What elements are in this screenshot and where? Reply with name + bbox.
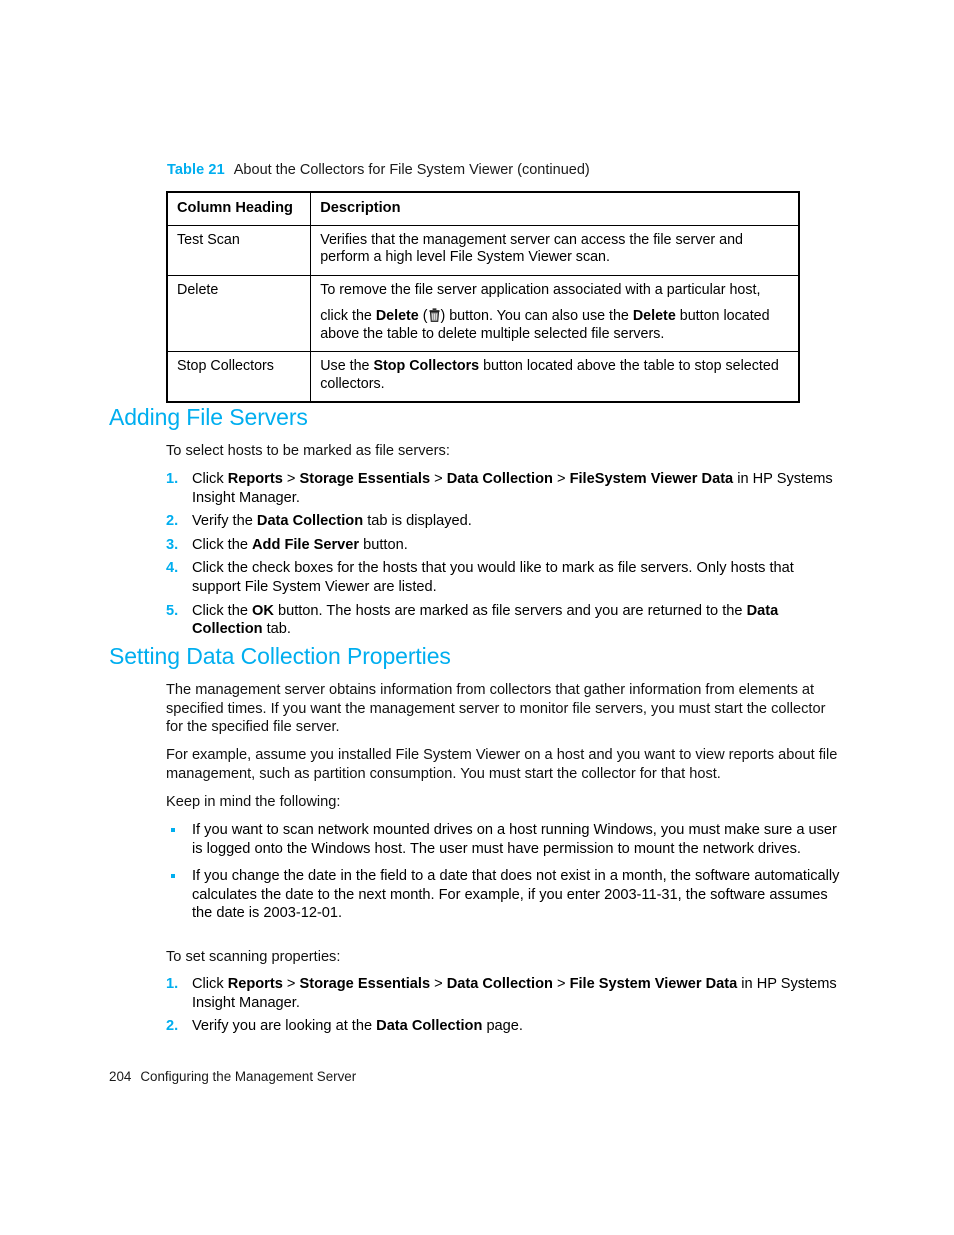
button-ok: OK: [252, 602, 274, 619]
text-fragment: tab is displayed.: [363, 513, 472, 530]
text-fragment: >: [552, 976, 570, 992]
bullet-icon: [171, 828, 175, 832]
button-add-file-server: Add File Server: [252, 536, 360, 553]
text-fragment: (: [418, 308, 428, 324]
cell-paragraph: Use the Stop Collectors button located a…: [320, 358, 789, 393]
text-fragment: Use the: [320, 358, 374, 374]
row-label-stop-collectors: Stop Collectors: [166, 351, 312, 403]
paragraph-management-server: The management server obtains informatio…: [166, 682, 826, 736]
text-fragment: perform a high level File System Viewer …: [320, 249, 610, 265]
paragraph-keep-in-mind: Keep in mind the following:: [166, 794, 341, 810]
text-fragment: Verify the: [192, 513, 257, 530]
text-fragment: >: [430, 471, 447, 487]
table-header-row: Column Heading Description: [166, 191, 800, 226]
document-page: Table 21 About the Collectors for File Sy…: [0, 0, 954, 1235]
bullet-list-keep-in-mind: If you want to scan network mounted driv…: [166, 821, 842, 932]
table-row: Test Scan Verifies that the management s…: [166, 224, 800, 276]
delete-label-bold-2: Delete: [632, 308, 676, 324]
list-item: 3. Click the Add File Server button.: [166, 536, 842, 555]
steps-adding-file-servers: 1. Click Reports > Storage Essentials > D…: [166, 470, 842, 644]
text-fragment: Click: [192, 471, 228, 487]
steps-set-scanning-properties: 1. Click Reports > Storage Essentials > D…: [166, 975, 842, 1041]
row-label-delete: Delete: [166, 274, 312, 352]
step-number: 4.: [166, 560, 179, 577]
text-fragment: page.: [482, 1018, 523, 1035]
list-item: 4. Click the check boxes for the hosts th…: [166, 559, 842, 596]
text-fragment: Verifies that the management server can …: [320, 231, 743, 248]
text-fragment: button. The hosts are marked as file ser…: [273, 602, 747, 619]
collectors-table: Column Heading Description Test Scan Ver…: [166, 191, 800, 403]
bullet-text: If you want to scan network mounted driv…: [192, 822, 837, 857]
list-item: 5. Click the OK button. The hosts are mar…: [166, 602, 842, 639]
row-description-delete: To remove the file server application as…: [310, 274, 800, 352]
list-item: 2. Verify the Data Collection tab is disp…: [166, 512, 842, 531]
step-number: 1.: [166, 976, 179, 992]
text-fragment: Click: [192, 976, 228, 992]
row-label-test-scan: Test Scan: [166, 224, 312, 276]
list-item: If you want to scan network mounted driv…: [166, 821, 842, 858]
step-number: 3.: [166, 536, 179, 553]
menu-path-file-system-viewer-data: File System Viewer Data: [569, 976, 738, 992]
tab-data-collection: Data Collection: [256, 513, 364, 530]
table-number: Table 21: [167, 162, 225, 178]
table-caption: Table 21 About the Collectors for File Sy…: [167, 161, 590, 179]
table-row: Stop Collectors Use the Stop Collectors …: [166, 351, 800, 403]
text-fragment: Verify you are looking at the: [192, 1018, 377, 1035]
text-fragment: Click the: [192, 536, 253, 553]
intro-adding-file-servers: To select hosts to be marked as file ser…: [166, 443, 450, 459]
list-item: 1. Click Reports > Storage Essentials > D…: [166, 975, 842, 1012]
text-fragment: >: [430, 976, 447, 992]
step-number: 1.: [166, 471, 179, 487]
paragraph-example: For example, assume you installed File S…: [166, 747, 838, 782]
table-title: About the Collectors for File System Vie…: [233, 162, 590, 178]
menu-path-data-collection: Data Collection: [446, 471, 553, 487]
stop-collectors-label-bold: Stop Collectors: [373, 358, 480, 374]
text-fragment: click the: [320, 308, 376, 324]
list-item: If you change the date in the field to a…: [166, 867, 842, 923]
trash-icon: [429, 308, 440, 322]
text-fragment: >: [552, 471, 570, 487]
cell-paragraph: Verifies that the management server can …: [320, 232, 789, 267]
menu-path-reports: Reports: [227, 976, 283, 992]
cell-paragraph: click the Delete ( ) button. You can als…: [320, 308, 789, 343]
bullet-text: If you change the date in the field to a…: [192, 868, 840, 922]
table-header-column-heading: Column Heading: [166, 191, 312, 226]
text-fragment: >: [282, 976, 300, 992]
page-footer: 204 Configuring the Management Server: [109, 1068, 356, 1085]
text-fragment: Click the check boxes for the hosts that…: [192, 560, 794, 595]
menu-path-storage-essentials: Storage Essentials: [299, 471, 431, 487]
bullet-icon: [171, 874, 175, 879]
footer-page-number: 204: [109, 1069, 132, 1084]
intro-set-scanning-properties: To set scanning properties:: [166, 949, 341, 965]
row-description-stop-collectors: Use the Stop Collectors button located a…: [310, 351, 800, 403]
footer-chapter-title: Configuring the Management Server: [140, 1069, 357, 1084]
menu-path-storage-essentials: Storage Essentials: [299, 976, 431, 992]
step-number: 2.: [166, 1018, 179, 1035]
menu-path-data-collection: Data Collection: [446, 976, 553, 992]
menu-path-filesystem-viewer-data: FileSystem Viewer Data: [569, 471, 734, 487]
table-row: Delete To remove the file server applica…: [166, 274, 800, 352]
list-item: 2. Verify you are looking at the Data Col…: [166, 1017, 842, 1036]
text-fragment: To remove the file server application as…: [320, 281, 761, 298]
text-fragment: >: [282, 471, 300, 487]
menu-path-reports: Reports: [227, 471, 283, 487]
row-description-test-scan: Verifies that the management server can …: [310, 224, 800, 276]
table-header-description: Description: [310, 191, 800, 226]
page-data-collection: Data Collection: [376, 1018, 483, 1035]
heading-setting-data-collection-properties: Setting Data Collection Properties: [109, 643, 451, 669]
text-fragment: ) button. You can also use the: [440, 308, 633, 324]
list-item: 1. Click Reports > Storage Essentials > D…: [166, 470, 842, 507]
delete-label-bold: Delete: [375, 308, 419, 324]
step-number: 5.: [166, 602, 179, 619]
step-number: 2.: [166, 513, 179, 530]
cell-paragraph: To remove the file server application as…: [320, 282, 789, 300]
text-fragment: Click the: [192, 602, 253, 619]
heading-adding-file-servers: Adding File Servers: [109, 404, 308, 430]
text-fragment: button.: [359, 536, 408, 553]
text-fragment: tab.: [262, 621, 291, 638]
